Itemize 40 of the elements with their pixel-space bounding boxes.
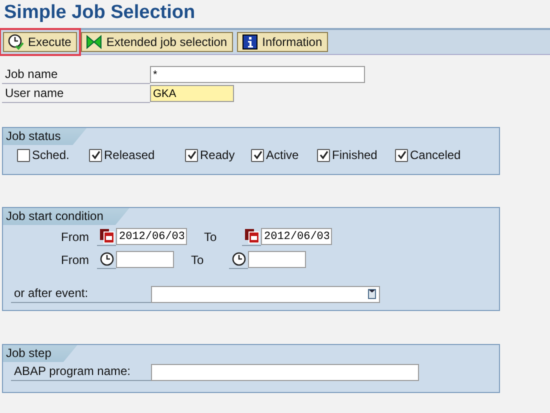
input-field[interactable]	[151, 364, 419, 380]
checkbox-label: Canceled	[410, 148, 461, 162]
checkbox-label: Finished	[332, 148, 378, 162]
clock-icon[interactable]	[100, 252, 114, 266]
calendar-icon[interactable]	[244, 228, 260, 244]
clock-check-icon	[8, 34, 24, 50]
input-field[interactable]: 2012/06/03	[116, 228, 187, 245]
field-label: Job name	[2, 66, 150, 84]
input-field[interactable]	[248, 251, 306, 268]
group-title: Job step	[3, 345, 78, 362]
checkbox-label: Active	[266, 148, 299, 162]
calendar-icon[interactable]	[98, 228, 114, 244]
checkbox[interactable]	[185, 148, 198, 162]
checkbox-label: Released	[104, 148, 155, 162]
input-field[interactable]: *	[150, 66, 365, 83]
bowtie-icon	[86, 34, 102, 50]
checkbox[interactable]	[17, 148, 30, 162]
event-input-field[interactable]	[151, 286, 380, 302]
checkbox-label: Sched.	[32, 148, 70, 162]
checkbox[interactable]	[317, 148, 330, 162]
from-label: From	[60, 230, 89, 244]
input-field[interactable]	[116, 251, 174, 268]
toolbar-button[interactable]: Extended job selection	[81, 32, 234, 52]
group-title: Job status	[3, 128, 87, 145]
checkbox-label: Ready	[200, 148, 235, 162]
checkbox[interactable]	[395, 148, 408, 162]
info-icon	[242, 34, 258, 50]
input-field[interactable]: GKA	[150, 85, 234, 102]
screen-title: Simple Job Selection	[3, 1, 196, 25]
clock-icon[interactable]	[232, 252, 246, 266]
value-help-icon[interactable]	[368, 289, 376, 299]
input-field[interactable]: 2012/06/03	[261, 228, 332, 245]
to-label: To	[204, 230, 218, 244]
checkbox[interactable]	[251, 148, 264, 162]
to-label: To	[191, 252, 205, 266]
field-label: User name	[2, 84, 150, 102]
group-title: Job start condition	[3, 208, 130, 225]
checkbox[interactable]	[89, 148, 102, 162]
toolbar-button[interactable]: Information	[237, 32, 328, 52]
from-label: From	[60, 252, 89, 266]
